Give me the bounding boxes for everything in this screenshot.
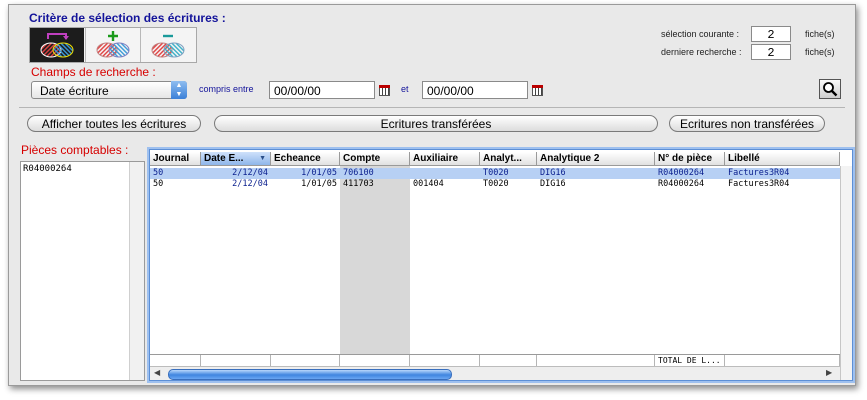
not-transferred-entries-button[interactable]: Ecritures non transférées: [669, 115, 825, 132]
cell-compte: 411703: [343, 179, 374, 189]
table-row[interactable]: 50 2/12/04 1/01/05 706100 T0020 DIG16 R0…: [150, 168, 840, 179]
cell-journal: 50: [153, 179, 164, 189]
cell-libelle: Factures3R04: [728, 168, 790, 178]
remove-selection-icon: [151, 34, 185, 58]
show-all-entries-button[interactable]: Afficher toutes les écritures: [27, 115, 201, 132]
cell-analytique-2: DIG16: [540, 179, 566, 189]
date-from-input[interactable]: 00/00/00: [269, 81, 375, 99]
footer-cell: [537, 355, 655, 366]
current-selection-unit: fiche(s): [805, 29, 835, 39]
cell-auxiliaire: [410, 168, 480, 179]
separator: [19, 107, 845, 108]
calendar-to-icon[interactable]: [532, 85, 543, 96]
column-header-journal[interactable]: Journal: [150, 152, 201, 166]
entries-grid[interactable]: Journal Date E... ▼ Echeance Compte Auxi…: [149, 149, 853, 381]
column-header-echeance[interactable]: Echeance: [271, 152, 340, 166]
scroll-left-icon[interactable]: ◀: [154, 368, 160, 377]
column-header-compte[interactable]: Compte: [340, 152, 410, 166]
footer-cell: [480, 355, 537, 366]
column-header-libelle[interactable]: Libellé: [725, 152, 840, 166]
footer-cell: [201, 355, 271, 366]
select-arrows-icon: ▲ ▼: [171, 81, 187, 99]
search-field-select[interactable]: Date écriture ▲ ▼: [31, 81, 187, 99]
footer-cell: [725, 355, 840, 366]
magnifier-icon: [823, 82, 838, 97]
pieces-label: Pièces comptables :: [21, 143, 129, 157]
cell-piece: R04000264: [658, 179, 705, 189]
column-header-analytique-2[interactable]: Analytique 2: [537, 152, 655, 166]
column-header-analytique[interactable]: Analyt...: [480, 152, 537, 166]
last-search-unit: fiche(s): [805, 47, 835, 57]
remove-selection-button[interactable]: [140, 28, 195, 62]
intersect-selection-button[interactable]: [30, 28, 84, 62]
vertical-scrollbar[interactable]: [840, 166, 852, 380]
last-search-label: derniere recherche :: [661, 47, 742, 57]
current-selection-label: sélection courante :: [661, 29, 740, 39]
list-item[interactable]: R04000264: [21, 162, 144, 176]
intersect-selection-icon: [40, 33, 74, 58]
search-field-value: Date écriture: [40, 84, 109, 98]
footer-total-label: TOTAL DE L...: [655, 355, 725, 366]
pieces-scrollbar[interactable]: [129, 162, 144, 380]
cell-libelle: Factures3R04: [728, 179, 790, 189]
table-row[interactable]: 50 2/12/04 1/01/05 411703 001404 T0020 D…: [150, 179, 840, 190]
compte-column-shade: [340, 166, 410, 354]
cell-analytique: T0020: [483, 168, 509, 178]
last-search-count: 2: [751, 44, 791, 60]
and-label: et: [401, 84, 409, 94]
transferred-entries-button[interactable]: Ecritures transférées: [214, 115, 658, 132]
selection-toolbar: [29, 27, 197, 63]
footer-cell: [271, 355, 340, 366]
sort-descending-icon: ▼: [259, 155, 266, 162]
footer-cell: [410, 355, 480, 366]
scroll-thumb[interactable]: [168, 369, 452, 380]
cell-echeance: 1/01/05: [301, 168, 337, 178]
footer-cell: [150, 355, 201, 366]
horizontal-scrollbar[interactable]: ◀ ▶: [150, 366, 840, 380]
add-selection-button[interactable]: [85, 28, 140, 62]
cell-date: 2/12/04: [232, 168, 268, 178]
column-header-piece[interactable]: N° de pièce: [655, 152, 725, 166]
search-field-label: Champs de recherche :: [31, 65, 156, 79]
scroll-right-icon[interactable]: ▶: [826, 368, 832, 377]
main-window: Critère de sélection des écritures : sél…: [8, 4, 856, 386]
cell-analytique: T0020: [483, 179, 509, 189]
cell-date: 2/12/04: [232, 179, 268, 189]
footer-cell: [340, 355, 410, 366]
cell-piece: R04000264: [658, 168, 705, 178]
grid-footer: TOTAL DE L...: [150, 354, 840, 366]
search-button[interactable]: [819, 79, 841, 99]
current-selection-count: 2: [751, 26, 791, 42]
column-header-auxiliaire[interactable]: Auxiliaire: [410, 152, 480, 166]
cell-compte: 706100: [343, 168, 374, 178]
between-label: compris entre: [199, 84, 254, 94]
criteria-title: Critère de sélection des écritures :: [29, 11, 226, 25]
cell-auxiliaire: 001404: [413, 179, 444, 189]
cell-echeance: 1/01/05: [301, 179, 337, 189]
date-to-input[interactable]: 00/00/00: [422, 81, 528, 99]
cell-analytique-2: DIG16: [540, 168, 566, 178]
pieces-list[interactable]: R04000264: [20, 161, 145, 381]
column-header-date[interactable]: Date E... ▼: [201, 152, 271, 166]
add-selection-icon: [96, 31, 130, 58]
cell-journal: 50: [153, 168, 164, 178]
column-header-date-label: Date E...: [204, 153, 244, 164]
calendar-from-icon[interactable]: [379, 85, 390, 96]
